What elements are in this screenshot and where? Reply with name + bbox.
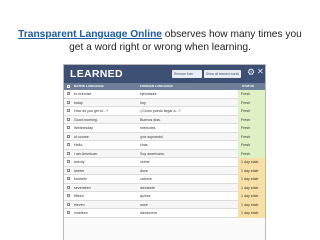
row-checkbox[interactable] bbox=[67, 185, 70, 189]
table-row[interactable]: seventeen diecisiete 1 day stale bbox=[64, 183, 265, 192]
caption-text: Transparent Language Online observes how… bbox=[14, 28, 306, 54]
table-body: to exercise ejercitarse Fresh today hoy Fresh… bbox=[64, 90, 265, 218]
row-checkbox[interactable] bbox=[67, 117, 70, 121]
status-badge: Fresh bbox=[238, 98, 265, 107]
table-row[interactable]: I am American. Soy americano. Fresh bbox=[64, 149, 265, 158]
row-checkbox[interactable] bbox=[67, 160, 70, 163]
native-word: Wednesday bbox=[74, 126, 93, 130]
foreign-word: once bbox=[140, 202, 148, 207]
native-word: to exercise bbox=[74, 92, 92, 96]
header-status[interactable]: STATUS bbox=[242, 83, 254, 90]
header-foreign-language[interactable]: FOREIGN LANGUAGE bbox=[140, 83, 173, 90]
native-word: of course bbox=[74, 134, 89, 139]
foreign-word: diecinueve bbox=[140, 211, 158, 215]
table-row[interactable]: Hello. Hola. Fresh bbox=[64, 141, 265, 150]
learned-words-table: NATIVE LANGUAGE FOREIGN LANGUAGE STATUS … bbox=[64, 83, 265, 218]
close-icon[interactable]: ✕ bbox=[257, 67, 264, 76]
row-checkbox[interactable] bbox=[67, 134, 70, 138]
table-row[interactable]: Wednesday miércoles Fresh bbox=[64, 124, 265, 133]
table-row[interactable]: twenty veinte 1 day stale bbox=[64, 158, 265, 167]
row-checkbox[interactable] bbox=[67, 92, 70, 95]
native-word: twenty bbox=[74, 160, 85, 164]
status-badge: Fresh bbox=[238, 132, 265, 141]
status-badge: 1 day stale bbox=[238, 183, 265, 192]
table-row[interactable]: eleven once 1 day stale bbox=[64, 200, 265, 209]
native-word: Hello. bbox=[74, 143, 84, 147]
native-word: eleven bbox=[74, 202, 85, 207]
transparent-language-link[interactable]: Transparent Language Online bbox=[18, 29, 162, 40]
foreign-word: Hola. bbox=[140, 143, 149, 147]
row-checkbox[interactable] bbox=[67, 100, 70, 104]
row-checkbox[interactable] bbox=[67, 109, 70, 112]
table-header: NATIVE LANGUAGE FOREIGN LANGUAGE STATUS bbox=[64, 83, 265, 90]
table-row[interactable]: How do you get to...? ¿Cómo puedo llegar … bbox=[64, 107, 265, 116]
status-badge: Fresh bbox=[238, 124, 265, 133]
native-word: twelve bbox=[74, 168, 85, 173]
native-word: How do you get to...? bbox=[74, 109, 108, 113]
native-word: Good morning. bbox=[74, 117, 98, 122]
show-all-learned-button[interactable]: Show all learned words bbox=[204, 70, 241, 78]
row-checkbox[interactable] bbox=[67, 194, 70, 197]
foreign-word: Buenos días. bbox=[140, 117, 161, 122]
foreign-word: catorce bbox=[140, 177, 152, 181]
row-checkbox[interactable] bbox=[67, 126, 70, 129]
row-checkbox[interactable] bbox=[67, 211, 70, 214]
foreign-word: ¿Cómo puedo llegar a...? bbox=[140, 109, 181, 113]
window-title: LEARNED bbox=[70, 68, 123, 80]
status-badge: 1 day stale bbox=[238, 192, 265, 201]
native-word: fourteen bbox=[74, 177, 88, 181]
header-native-language[interactable]: NATIVE LANGUAGE bbox=[74, 83, 104, 90]
learned-window: LEARNED Remove from learned list Show al… bbox=[63, 64, 266, 240]
native-word: nineteen bbox=[74, 211, 88, 215]
table-row[interactable]: Good morning. Buenos días. Fresh bbox=[64, 115, 265, 124]
foreign-word: diecisiete bbox=[140, 185, 155, 190]
title-bar: LEARNED Remove from learned list Show al… bbox=[64, 65, 265, 84]
foreign-word: veinte bbox=[140, 160, 150, 164]
select-all-checkbox[interactable] bbox=[67, 85, 70, 88]
status-badge: 1 day stale bbox=[238, 209, 265, 218]
foreign-word: miércoles bbox=[140, 126, 156, 130]
table-row[interactable]: fifteen quince 1 day stale bbox=[64, 192, 265, 201]
row-checkbox[interactable] bbox=[67, 143, 70, 146]
native-word: today bbox=[74, 100, 83, 105]
status-badge: 1 day stale bbox=[238, 166, 265, 175]
row-checkbox[interactable] bbox=[67, 168, 70, 172]
foreign-word: ¡por supuesto! bbox=[140, 134, 163, 139]
gear-icon[interactable]: ⚙ bbox=[247, 67, 255, 78]
native-word: seventeen bbox=[74, 185, 91, 190]
status-badge: Fresh bbox=[238, 107, 265, 116]
foreign-word: doce bbox=[140, 168, 148, 173]
row-checkbox[interactable] bbox=[67, 177, 70, 180]
status-badge: 1 day stale bbox=[238, 175, 265, 184]
status-badge: Fresh bbox=[238, 115, 265, 124]
remove-from-learned-button[interactable]: Remove from learned list bbox=[172, 70, 202, 84]
native-word: fifteen bbox=[74, 194, 84, 198]
foreign-word: hoy bbox=[140, 100, 146, 105]
native-word: I am American. bbox=[74, 151, 98, 156]
row-checkbox[interactable] bbox=[67, 202, 70, 206]
foreign-word: quince bbox=[140, 194, 151, 198]
table-row[interactable]: of course ¡por supuesto! Fresh bbox=[64, 132, 265, 141]
table-row[interactable]: nineteen diecinueve 1 day stale bbox=[64, 209, 265, 218]
status-badge: Fresh bbox=[238, 90, 265, 99]
status-badge: Fresh bbox=[238, 149, 265, 158]
foreign-word: Soy americano. bbox=[140, 151, 165, 156]
foreign-word: ejercitarse bbox=[140, 92, 157, 96]
status-badge: Fresh bbox=[238, 141, 265, 150]
table-row[interactable]: fourteen catorce 1 day stale bbox=[64, 175, 265, 184]
table-row[interactable]: to exercise ejercitarse Fresh bbox=[64, 90, 265, 99]
table-row[interactable]: today hoy Fresh bbox=[64, 98, 265, 107]
table-row[interactable]: twelve doce 1 day stale bbox=[64, 166, 265, 175]
row-checkbox[interactable] bbox=[67, 151, 70, 155]
status-badge: 1 day stale bbox=[238, 200, 265, 209]
status-badge: 1 day stale bbox=[238, 158, 265, 167]
